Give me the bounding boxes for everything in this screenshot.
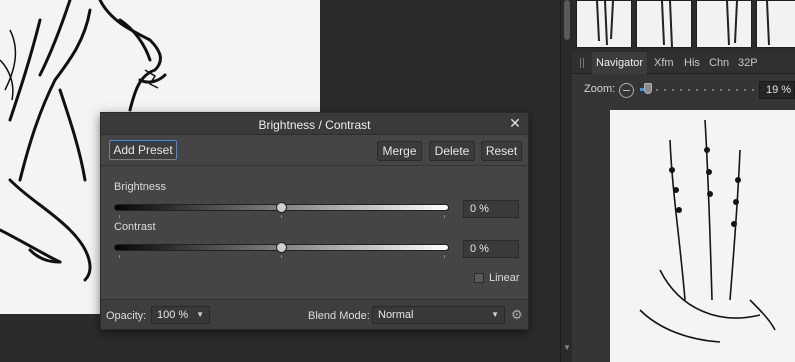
thumbnail-art xyxy=(766,1,770,46)
slider-tick xyxy=(281,215,282,218)
chevron-down-icon: ▼ xyxy=(196,310,204,319)
thumbnail[interactable] xyxy=(636,0,692,48)
thumbnail-strip xyxy=(572,0,795,52)
blend-mode-label: Blend Mode: xyxy=(308,310,370,322)
zoom-label: Zoom: xyxy=(584,83,616,95)
dialog-footer: Opacity: 100 % ▼ Blend Mode: Normal ▼ ⚙ xyxy=(101,299,528,329)
gear-icon[interactable]: ⚙ xyxy=(511,308,525,322)
thumbnail[interactable] xyxy=(696,0,752,48)
zoom-slider-track[interactable] xyxy=(640,89,754,91)
reset-button[interactable]: Reset xyxy=(481,141,522,161)
tab-32p[interactable]: 32P xyxy=(734,52,762,74)
tab-history[interactable]: His xyxy=(680,52,704,74)
scroll-down-arrow-icon[interactable]: ▼ xyxy=(563,343,571,352)
panel-grip-icon[interactable] xyxy=(580,58,584,68)
scrollbar-thumb[interactable] xyxy=(564,0,570,40)
opacity-value: 100 % xyxy=(157,309,189,321)
slider-tick xyxy=(119,215,120,218)
blend-mode-dropdown[interactable]: Normal ▼ xyxy=(372,306,505,324)
dialog-title-bar[interactable]: Brightness / Contrast ✕ xyxy=(101,113,528,135)
blend-mode-value: Normal xyxy=(378,309,414,321)
slider-tick xyxy=(281,255,282,258)
contrast-value-field[interactable]: 0 % xyxy=(463,240,519,258)
brightness-value-field[interactable]: 0 % xyxy=(463,200,519,218)
slider-tick xyxy=(444,215,445,218)
zoom-tick xyxy=(752,89,754,91)
tab-navigator[interactable]: Navigator xyxy=(592,52,648,74)
zoom-tick xyxy=(688,89,690,91)
thumbnail-art xyxy=(596,1,614,46)
zoom-out-icon[interactable] xyxy=(619,83,634,98)
merge-button[interactable]: Merge xyxy=(377,141,422,161)
close-icon[interactable]: ✕ xyxy=(508,115,522,132)
zoom-tick xyxy=(656,89,658,91)
zoom-tick xyxy=(712,89,714,91)
zoom-tick xyxy=(736,89,738,91)
linear-label: Linear xyxy=(489,272,520,284)
delete-button[interactable]: Delete xyxy=(429,141,475,161)
chevron-down-icon: ▼ xyxy=(491,310,499,319)
tab-transform[interactable]: Xfm xyxy=(650,52,678,74)
zoom-tick xyxy=(744,89,746,91)
brightness-slider-handle[interactable] xyxy=(276,202,287,213)
opacity-label: Opacity: xyxy=(106,310,147,322)
navigator-preview-art xyxy=(639,119,776,343)
vertical-scrollbar[interactable]: ▼ xyxy=(560,0,572,362)
zoom-tick xyxy=(696,89,698,91)
thumbnail-art xyxy=(726,1,738,46)
add-preset-button[interactable]: Add Preset xyxy=(109,140,177,160)
thumbnail[interactable] xyxy=(576,0,632,48)
brightness-label: Brightness xyxy=(114,181,166,193)
panel-tab-bar: Navigator Xfm His Chn 32P xyxy=(572,52,795,74)
slider-tick xyxy=(444,255,445,258)
zoom-tick xyxy=(704,89,706,91)
zoom-tick xyxy=(672,89,674,91)
right-panel: Navigator Xfm His Chn 32P Zoom: 19 % xyxy=(572,0,795,362)
zoom-tick xyxy=(720,89,722,91)
thumbnail[interactable] xyxy=(756,0,795,48)
navigator-preview[interactable] xyxy=(610,110,795,362)
divider xyxy=(101,165,528,166)
brightness-contrast-dialog: Brightness / Contrast ✕ Add Preset Merge… xyxy=(100,112,529,330)
contrast-slider-handle[interactable] xyxy=(276,242,287,253)
tab-channels[interactable]: Chn xyxy=(705,52,733,74)
zoom-slider-handle[interactable] xyxy=(644,83,652,94)
zoom-tick xyxy=(680,89,682,91)
opacity-dropdown[interactable]: 100 % ▼ xyxy=(151,306,210,324)
zoom-tick xyxy=(728,89,730,91)
zoom-value-field[interactable]: 19 % xyxy=(759,81,795,99)
zoom-tick xyxy=(664,89,666,91)
slider-tick xyxy=(119,255,120,258)
dialog-title: Brightness / Contrast xyxy=(258,118,371,132)
linear-checkbox[interactable] xyxy=(474,273,484,283)
contrast-label: Contrast xyxy=(114,221,156,233)
thumbnail-art xyxy=(661,1,673,47)
